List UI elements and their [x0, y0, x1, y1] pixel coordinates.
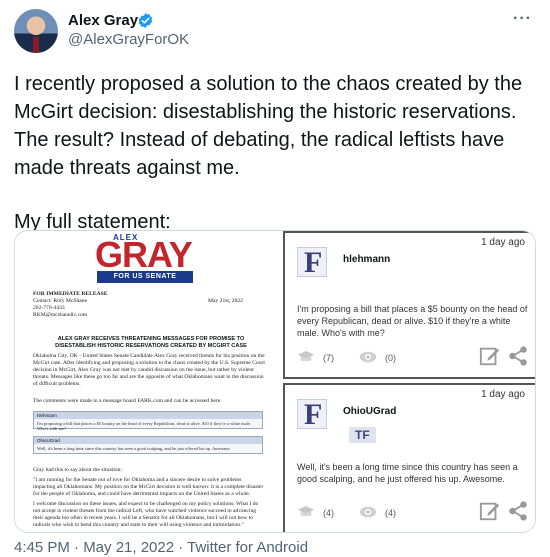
release-paragraph: Gray had this to say about the situation… — [33, 467, 123, 473]
release-paragraph: "I am running for the Senate out of love… — [33, 477, 264, 497]
eye-icon — [359, 506, 377, 518]
post-user-badge: TF — [349, 427, 376, 443]
edit-icon[interactable] — [479, 345, 501, 367]
forum-post: 1 day ago F OhioUGrad TF Well, it's been… — [283, 383, 535, 532]
mini-post-user: hlehmann — [34, 412, 262, 419]
author-name[interactable]: Alex Gray — [68, 12, 138, 29]
media-image[interactable]: ALEX GRAY FOR US SENATE FOR IMMEDIATE RE… — [14, 230, 536, 533]
tweet-text: I recently proposed a solution to the ch… — [14, 70, 540, 236]
post-count-b: (4) — [385, 508, 396, 518]
author-handle[interactable]: @AlexGrayForOK — [68, 31, 189, 48]
post-timestamp: 1 day ago — [481, 389, 525, 400]
post-avatar-letter: F — [304, 398, 323, 431]
logo-bar-text: FOR US SENATE — [97, 271, 193, 283]
more-icon[interactable]: ··· — [513, 10, 532, 28]
release-line: RKM@mcshanellc.com — [33, 312, 88, 318]
avatar[interactable] — [14, 9, 58, 53]
release-contact: FOR IMMEDIATE RELEASE Contact: Rory McSh… — [33, 291, 173, 319]
release-paragraph: Oklahoma City, OK - United States Senate… — [33, 353, 265, 387]
post-avatar: F — [297, 398, 327, 431]
release-headline: ALEX GRAY RECEIVES THREATENING MESSAGES … — [55, 336, 247, 349]
release-line: Contact: Rory McShane — [33, 298, 88, 304]
share-icon[interactable] — [507, 345, 529, 367]
release-line: 202-770-4433 — [33, 305, 65, 311]
mini-post-text: Well, it's been a long time since this c… — [37, 446, 231, 451]
edit-icon[interactable] — [479, 500, 501, 522]
tweet-paragraph-1: I recently proposed a solution to the ch… — [14, 73, 523, 179]
mini-post-user: OhioUGrad — [34, 437, 262, 444]
post-avatar: F — [297, 246, 327, 279]
post-timestamp: 1 day ago — [481, 237, 525, 248]
release-date: May 21st, 2022 — [208, 298, 243, 304]
post-username: OhioUGrad — [343, 406, 397, 417]
post-count-a: (4) — [323, 508, 334, 518]
graduation-cap-icon — [297, 351, 315, 362]
post-message: I'm proposing a bill that places a $5 bo… — [297, 304, 528, 338]
mini-post: hlehmann I'm proposing a bill that place… — [33, 411, 263, 431]
mini-post: OhioUGrad Well, it's been a long time si… — [33, 436, 263, 454]
avatar-tie — [33, 37, 39, 53]
post-avatar-letter: F — [304, 246, 323, 279]
release-paragraph: The comments were made in a message boar… — [33, 398, 222, 404]
post-footer: (4) (4) — [297, 500, 527, 524]
post-username: hlehmann — [343, 254, 391, 265]
eye-icon — [359, 351, 377, 363]
verified-badge-icon — [138, 13, 153, 28]
mini-post-text: I'm proposing a bill that places a $5 bo… — [37, 421, 252, 431]
logo-main-text: GRAY — [95, 234, 193, 275]
post-message: Well, it's been a long time since this c… — [297, 462, 518, 484]
release-paragraph: I welcome discussion on these issues, an… — [33, 501, 259, 528]
post-count-b: (0) — [385, 353, 396, 363]
forum-post: 1 day ago F hlehmann I'm proposing a bil… — [283, 231, 535, 379]
tweet-meta[interactable]: 4:45 PM · May 21, 2022 · Twitter for And… — [14, 539, 308, 556]
release-line: FOR IMMEDIATE RELEASE — [33, 291, 108, 297]
press-release-document: ALEX GRAY FOR US SENATE FOR IMMEDIATE RE… — [15, 231, 280, 532]
post-count-a: (7) — [323, 353, 334, 363]
post-footer: (7) (0) — [297, 345, 527, 369]
graduation-cap-icon — [297, 506, 315, 517]
share-icon[interactable] — [507, 500, 529, 522]
